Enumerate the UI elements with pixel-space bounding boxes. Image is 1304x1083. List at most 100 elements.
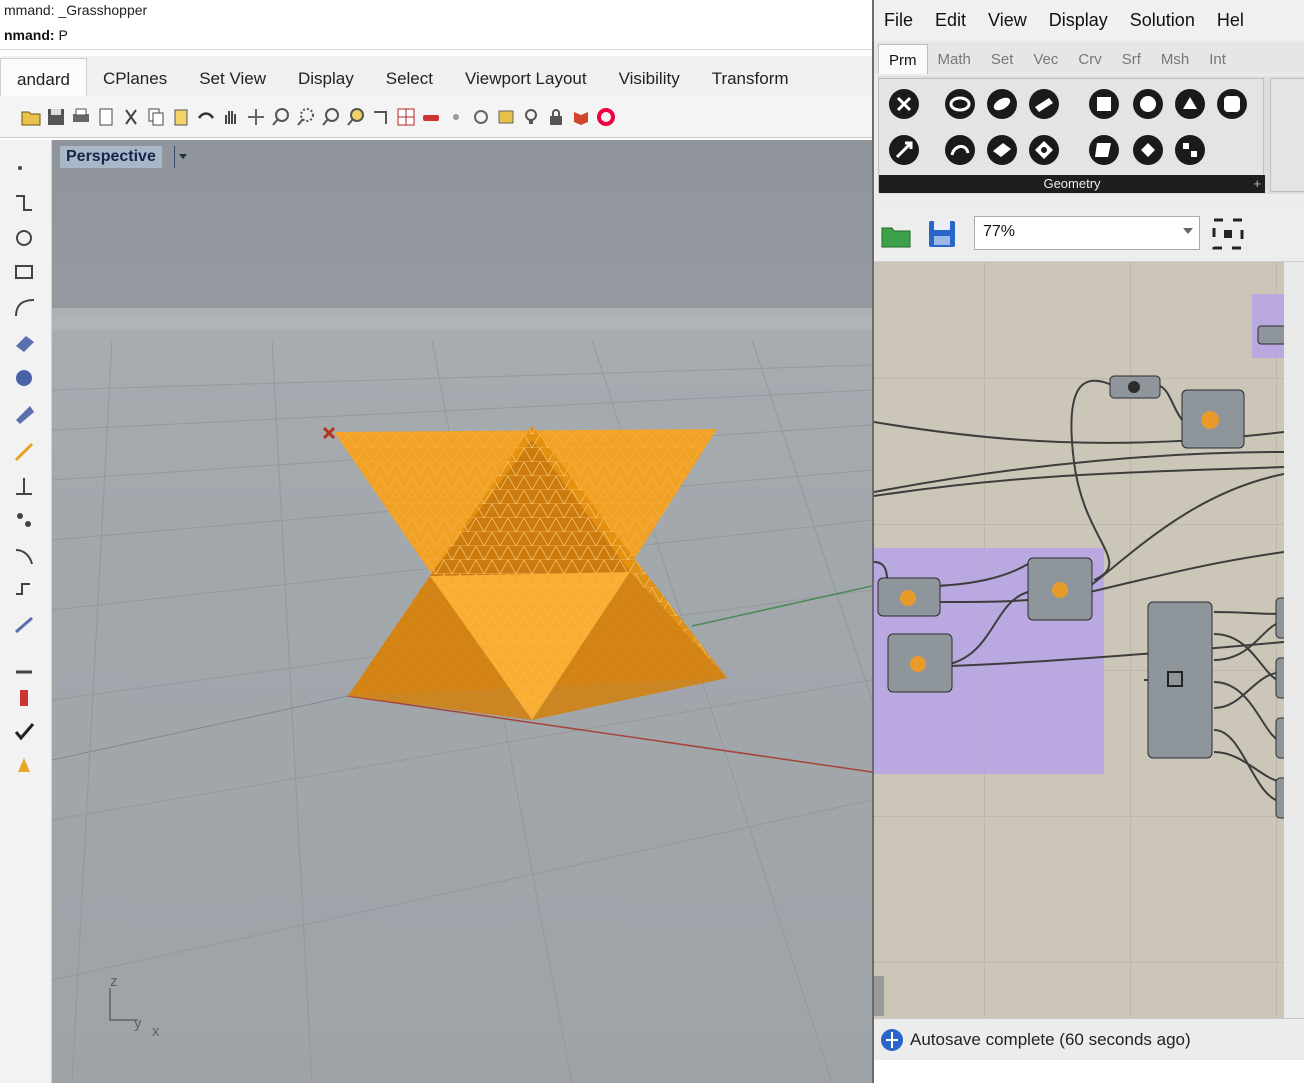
tab-viewport-layout[interactable]: Viewport Layout xyxy=(449,58,603,96)
menu-file[interactable]: File xyxy=(884,10,913,31)
viewport-title[interactable]: Perspective xyxy=(60,146,162,168)
material-icon[interactable] xyxy=(570,106,592,128)
polyline-icon[interactable] xyxy=(12,192,38,216)
box-param-icon[interactable] xyxy=(1085,85,1123,123)
save-icon[interactable] xyxy=(45,106,67,128)
tab-cplanes[interactable]: CPlanes xyxy=(87,58,183,96)
cancel-param-icon[interactable] xyxy=(885,85,923,123)
gh-component-number-slider[interactable] xyxy=(1109,375,1161,399)
four-viewports-icon[interactable] xyxy=(395,106,417,128)
zoom-icon[interactable] xyxy=(270,106,292,128)
zoom-selected-icon[interactable] xyxy=(345,106,367,128)
expand-panel-plus-icon[interactable]: + xyxy=(1253,175,1261,193)
circle-icon[interactable] xyxy=(12,226,38,250)
dimension-icon[interactable] xyxy=(12,440,38,464)
tab-standard[interactable]: andard xyxy=(0,58,87,96)
zoom-extents-icon[interactable] xyxy=(320,106,342,128)
transform-icon[interactable] xyxy=(12,474,38,498)
mesh-param-icon[interactable] xyxy=(1171,85,1209,123)
zoom-extents-icon[interactable] xyxy=(1210,216,1246,252)
tab-transform[interactable]: Transform xyxy=(696,58,805,96)
tab-set-view[interactable]: Set View xyxy=(183,58,282,96)
point-icon[interactable] xyxy=(12,160,38,184)
gh-component-c[interactable] xyxy=(1027,557,1093,621)
object-snap-icon[interactable] xyxy=(445,106,467,128)
gh-canvas[interactable] xyxy=(874,262,1284,1018)
check-icon[interactable] xyxy=(12,720,38,744)
analyze-icon[interactable] xyxy=(470,106,492,128)
undo-icon[interactable] xyxy=(195,106,217,128)
menu-view[interactable]: View xyxy=(988,10,1027,31)
tab-int[interactable]: Int xyxy=(1199,44,1236,74)
viewport-menu-chevron-down-icon[interactable] xyxy=(174,146,190,168)
tab-msh[interactable]: Msh xyxy=(1151,44,1199,74)
plane-param-icon[interactable] xyxy=(983,131,1021,169)
open-folder-icon[interactable] xyxy=(20,106,42,128)
tab-vec[interactable]: Vec xyxy=(1023,44,1068,74)
tab-math[interactable]: Math xyxy=(928,44,981,74)
copy-icon[interactable] xyxy=(145,106,167,128)
menu-solution[interactable]: Solution xyxy=(1130,10,1195,31)
zoom-window-icon[interactable] xyxy=(295,106,317,128)
menu-edit[interactable]: Edit xyxy=(935,10,966,31)
new-document-icon[interactable] xyxy=(95,106,117,128)
field-param-icon[interactable] xyxy=(1213,85,1251,123)
paste-icon[interactable] xyxy=(170,106,192,128)
color-wheel-icon[interactable] xyxy=(595,106,617,128)
curve-tools-icon[interactable] xyxy=(12,576,38,600)
group-param-icon[interactable] xyxy=(1129,131,1167,169)
rotate-view-icon[interactable] xyxy=(245,106,267,128)
array-icon[interactable] xyxy=(12,508,38,532)
vector-param-icon[interactable] xyxy=(885,131,923,169)
command-prompt-value[interactable]: P xyxy=(58,27,67,43)
curve-from-object-icon[interactable] xyxy=(12,544,38,568)
point-param-icon[interactable] xyxy=(1025,131,1063,169)
zoom-select[interactable]: 77% xyxy=(974,216,1200,250)
gh-component-a[interactable] xyxy=(877,577,941,617)
gh-component-entwine[interactable] xyxy=(1147,601,1213,759)
menu-help[interactable]: Hel xyxy=(1217,10,1244,31)
tab-crv[interactable]: Crv xyxy=(1068,44,1111,74)
edit-points-icon[interactable] xyxy=(12,612,38,636)
lock-icon[interactable] xyxy=(545,106,567,128)
perspective-viewport[interactable]: z y x Perspective xyxy=(52,140,872,1083)
save-file-icon[interactable] xyxy=(926,218,958,250)
car-icon[interactable] xyxy=(420,106,442,128)
gumball-x-marker-icon[interactable] xyxy=(322,426,336,440)
tab-visibility[interactable]: Visibility xyxy=(603,58,696,96)
tab-prm[interactable]: Prm xyxy=(878,44,928,74)
canvas-scrollbar[interactable] xyxy=(1284,262,1304,1018)
rectangle-icon[interactable] xyxy=(12,260,38,284)
menu-display[interactable]: Display xyxy=(1049,10,1108,31)
gh-component-panel[interactable] xyxy=(1257,325,1284,345)
surface-icon[interactable] xyxy=(12,330,38,354)
circle-param-icon[interactable] xyxy=(941,85,979,123)
solid-icon[interactable] xyxy=(12,366,38,390)
geometry-param-icon[interactable] xyxy=(1171,131,1209,169)
tab-srf[interactable]: Srf xyxy=(1112,44,1151,74)
gh-component-b[interactable] xyxy=(887,633,953,693)
undo-view-icon[interactable] xyxy=(370,106,392,128)
render-icon[interactable] xyxy=(12,686,38,710)
tab-display[interactable]: Display xyxy=(282,58,370,96)
drafting-icon[interactable] xyxy=(12,752,38,776)
cut-icon[interactable] xyxy=(120,106,142,128)
brep-param-icon[interactable] xyxy=(1129,85,1167,123)
curve-param-icon[interactable] xyxy=(983,85,1021,123)
open-file-icon[interactable] xyxy=(880,218,912,250)
twisted-box-param-icon[interactable] xyxy=(1085,131,1123,169)
gh-component-stack[interactable] xyxy=(1275,597,1284,819)
surface-param-icon[interactable] xyxy=(1025,85,1063,123)
gh-component-pt[interactable] xyxy=(1181,389,1245,449)
light-bulb-icon[interactable] xyxy=(520,106,542,128)
tab-set[interactable]: Set xyxy=(981,44,1024,74)
chevron-down-icon[interactable] xyxy=(1183,228,1193,234)
analyze-icon[interactable] xyxy=(12,656,38,680)
arc-param-icon[interactable] xyxy=(941,131,979,169)
pan-hand-icon[interactable] xyxy=(220,106,242,128)
print-icon[interactable] xyxy=(70,106,92,128)
command-prompt[interactable]: nmand: P xyxy=(0,22,872,50)
tab-select[interactable]: Select xyxy=(370,58,449,96)
curve-icon[interactable] xyxy=(12,296,38,320)
properties-icon[interactable] xyxy=(495,106,517,128)
